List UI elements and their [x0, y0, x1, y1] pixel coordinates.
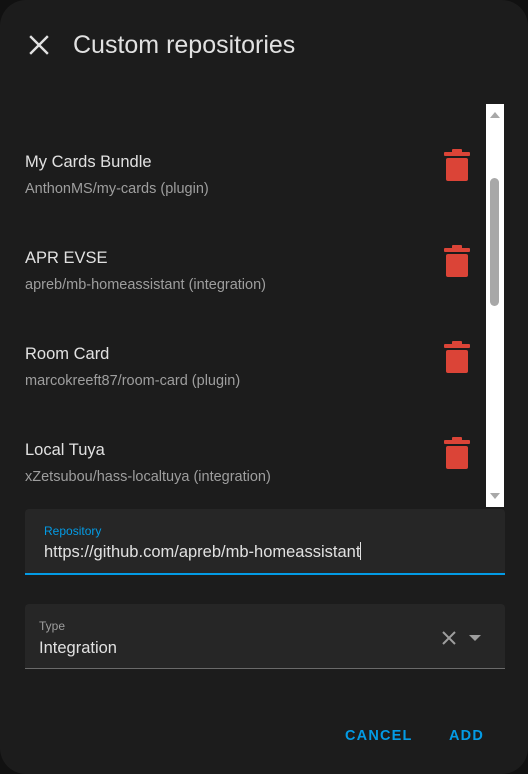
- cancel-button[interactable]: CANCEL: [345, 725, 413, 747]
- list-scrollbar[interactable]: [486, 104, 504, 507]
- dialog-title: Custom repositories: [73, 31, 296, 59]
- chevron-down-icon: [469, 635, 481, 641]
- repository-name: My Cards Bundle: [25, 153, 152, 171]
- close-icon: [29, 35, 49, 55]
- repository-field[interactable]: Repository https://github.com/apreb/mb-h…: [25, 509, 505, 575]
- repository-item: Room Card marcokreeft87/room-card (plugi…: [0, 341, 486, 440]
- custom-repositories-dialog: Custom repositories My Cards Bundle Anth…: [0, 0, 528, 774]
- repository-name: APR EVSE: [25, 249, 108, 267]
- text-cursor: [360, 542, 362, 560]
- chevron-up-icon: [490, 112, 500, 118]
- type-select[interactable]: Type Integration: [25, 604, 505, 669]
- chevron-down-icon: [490, 493, 500, 499]
- repository-subtitle: AnthonMS/my-cards (plugin): [25, 181, 209, 197]
- repository-item: APR EVSE apreb/mb-homeassistant (integra…: [0, 245, 486, 344]
- trash-icon: [444, 341, 470, 373]
- trash-icon: [444, 437, 470, 469]
- type-dropdown-button[interactable]: [467, 630, 483, 646]
- scroll-down-arrow[interactable]: [486, 487, 504, 505]
- repository-subtitle: apreb/mb-homeassistant (integration): [25, 277, 266, 293]
- delete-repository-button[interactable]: [444, 148, 470, 182]
- repository-name: Room Card: [25, 345, 110, 363]
- repository-name: Local Tuya: [25, 441, 105, 459]
- type-selected-value: Integration: [39, 639, 117, 657]
- repository-subtitle: xZetsubou/hass-localtuya (integration): [25, 469, 271, 485]
- repository-field-label: Repository: [44, 524, 102, 538]
- repository-item: Local Tuya xZetsubou/hass-localtuya (int…: [0, 437, 486, 507]
- add-button[interactable]: ADD: [449, 725, 484, 747]
- repository-input[interactable]: https://github.com/apreb/mb-homeassistan…: [44, 542, 362, 562]
- type-field-label: Type: [39, 619, 66, 633]
- repository-subtitle: marcokreeft87/room-card (plugin): [25, 373, 241, 389]
- scrollbar-thumb[interactable]: [490, 178, 499, 306]
- dialog-header: Custom repositories: [0, 0, 528, 90]
- delete-repository-button[interactable]: [444, 436, 470, 470]
- delete-repository-button[interactable]: [444, 340, 470, 374]
- repository-item: My Cards Bundle AnthonMS/my-cards (plugi…: [0, 149, 486, 248]
- clear-icon: [442, 631, 456, 645]
- repository-list: My Cards Bundle AnthonMS/my-cards (plugi…: [0, 104, 486, 507]
- close-button[interactable]: [24, 30, 54, 60]
- clear-type-button[interactable]: [439, 628, 459, 648]
- trash-icon: [444, 149, 470, 181]
- delete-repository-button[interactable]: [444, 244, 470, 278]
- trash-icon: [444, 245, 470, 277]
- repository-input-value: https://github.com/apreb/mb-homeassistan…: [44, 543, 361, 561]
- scroll-up-arrow[interactable]: [486, 106, 504, 124]
